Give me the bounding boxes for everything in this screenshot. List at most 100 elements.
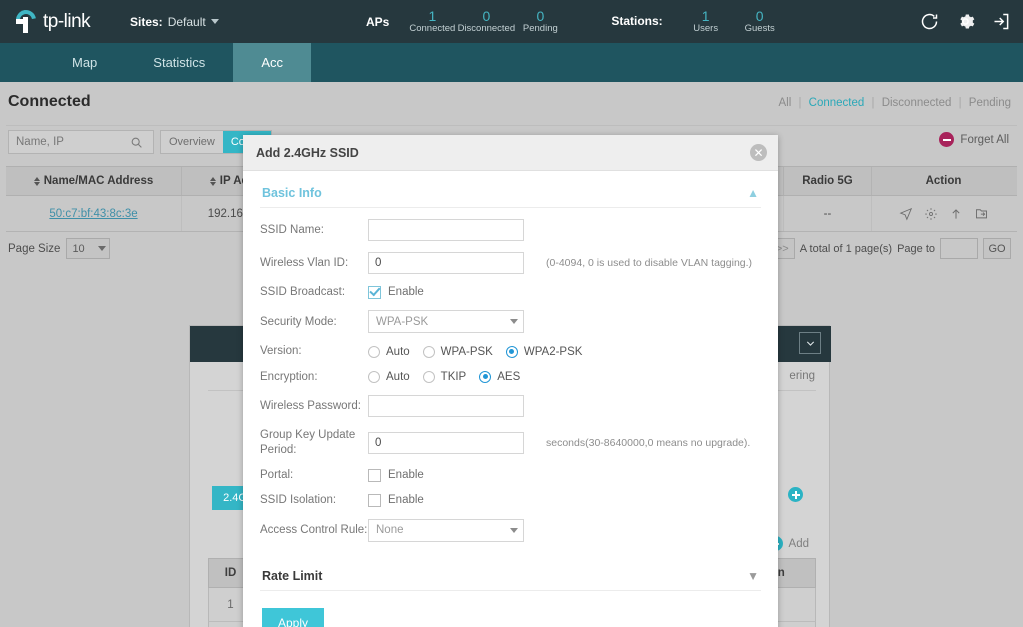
station-guests-label: Guests (744, 23, 775, 35)
filter-pending[interactable]: Pending (969, 97, 1011, 109)
security-mode-label: Security Mode: (260, 315, 337, 328)
cell-actions (872, 196, 1015, 231)
chevron-down-icon (98, 246, 107, 251)
ap-mac-link[interactable]: 50:c7:bf:43:8c:3e (49, 208, 137, 220)
ssid-broadcast-enable-label: Enable (388, 286, 424, 299)
add-ssid-modal: Add 2.4GHz SSID ✕ Basic Info ▲ SSID Name… (243, 135, 778, 627)
stations-label: Stations: (611, 14, 663, 29)
ap-disconnected-label: Disconnected (457, 23, 516, 35)
ap-disconnected-count: 0 (482, 7, 491, 24)
page-size-select[interactable]: 10 (66, 238, 111, 259)
apply-button[interactable]: Apply (262, 607, 324, 627)
page-content: Connected All | Connected | Disconnected… (0, 82, 1023, 627)
chevron-down-icon (210, 19, 219, 24)
ssid-isolation-enable-label: Enable (388, 494, 424, 507)
page-size-value: 10 (72, 242, 85, 255)
page-size-label: Page Size (8, 242, 61, 255)
filter-disconnected[interactable]: Disconnected (882, 97, 952, 109)
panel-add-label: Add (788, 537, 809, 550)
encryption-option-auto[interactable]: Auto (368, 370, 410, 383)
tab-access-point[interactable]: Acc (233, 43, 311, 82)
site-selector[interactable]: Sites: Default (130, 15, 219, 29)
upgrade-icon[interactable] (949, 207, 963, 221)
view-mode-overview[interactable]: Overview (161, 131, 223, 153)
field-wireless-password: Wireless Password: (260, 395, 761, 418)
field-portal: Portal: Enable (260, 468, 761, 482)
col-action: Action (872, 167, 1015, 195)
locate-icon[interactable] (899, 207, 913, 221)
field-ssid-name: SSID Name: (260, 219, 761, 241)
minus-circle-icon (939, 132, 955, 147)
ssid-broadcast-checkbox[interactable]: Enable (368, 285, 424, 299)
chevron-up-icon[interactable]: ▲ (747, 187, 759, 199)
vlan-id-hint: (0-4094, 0 is used to disable VLAN taggi… (546, 257, 753, 269)
security-mode-select[interactable]: WPA-PSK (368, 310, 524, 334)
search-box[interactable] (8, 130, 154, 154)
field-group-key: Group Key Update Period: seconds(30-8640… (260, 428, 761, 457)
station-stat-users[interactable]: 1 Users (679, 8, 733, 35)
app-root: tp-link Sites: Default APs 1 Connected 0… (0, 0, 1023, 627)
rate-limit-section-header: Rate Limit ▼ (260, 554, 761, 591)
version-auto-label: Auto (386, 345, 410, 358)
ap-stat-connected[interactable]: 1 Connected (405, 8, 459, 35)
encryption-auto-label: Auto (386, 370, 410, 383)
filter-all[interactable]: All (778, 97, 791, 109)
access-control-rule-label: Access Control Rule: (260, 523, 368, 536)
access-control-rule-select[interactable]: None (368, 518, 524, 542)
radio-selected-icon (479, 370, 492, 383)
search-input[interactable] (9, 132, 125, 152)
radio-icon (422, 370, 435, 383)
station-stat-guests[interactable]: 0 Guests (733, 8, 787, 35)
version-wpa-psk-label: WPA-PSK (440, 345, 493, 358)
checkbox-icon (368, 493, 381, 507)
tplink-logo[interactable]: tp-link (12, 5, 110, 35)
add-circle-icon[interactable] (788, 487, 803, 502)
filter-connected[interactable]: Connected (809, 97, 865, 109)
wireless-password-input[interactable] (368, 395, 524, 418)
ap-stat-disconnected[interactable]: 0 Disconnected (457, 7, 516, 35)
group-key-input[interactable] (368, 431, 524, 454)
col-name-mac[interactable]: Name/MAC Address (6, 167, 182, 195)
chevron-down-icon[interactable]: ▼ (747, 570, 759, 582)
tab-map[interactable]: Map (44, 43, 125, 82)
group-key-hint: seconds(30-8640000,0 means no upgrade). (546, 436, 751, 449)
sparkle-icon[interactable] (924, 207, 938, 221)
col-radio-5g[interactable]: Radio 5G (784, 167, 872, 195)
panel-collapse-button[interactable] (799, 332, 821, 354)
logout-icon[interactable] (985, 6, 1017, 38)
encryption-tkip-label: TKIP (440, 370, 467, 383)
encryption-label: Encryption: (260, 370, 318, 383)
page-to-input[interactable] (940, 238, 978, 259)
portal-checkbox[interactable]: Enable (368, 468, 424, 482)
encryption-option-tkip[interactable]: TKIP (422, 370, 467, 383)
ap-pending-count: 0 (536, 7, 545, 24)
gear-icon[interactable] (949, 6, 981, 38)
ssid-isolation-checkbox[interactable]: Enable (368, 493, 424, 507)
ap-stat-pending[interactable]: 0 Pending (513, 8, 567, 35)
rate-limit-label: Rate Limit (262, 568, 323, 583)
page-go-button[interactable]: GO (983, 238, 1011, 259)
ap-connected-count: 1 (428, 7, 437, 24)
station-guests-count: 0 (755, 7, 764, 24)
version-option-wpa-psk[interactable]: WPA-PSK (422, 345, 493, 358)
page-to-label: Page to (897, 242, 935, 255)
radio-icon (422, 345, 435, 358)
encryption-option-aes[interactable]: AES (479, 370, 520, 383)
close-icon[interactable]: ✕ (750, 144, 767, 161)
ssid-broadcast-label: SSID Broadcast: (260, 286, 346, 298)
refresh-icon[interactable] (913, 6, 945, 38)
section-header: Connected All | Connected | Disconnected… (0, 89, 1023, 126)
move-icon[interactable] (974, 206, 989, 221)
page-title: Connected (8, 93, 91, 110)
tab-statistics[interactable]: Statistics (125, 43, 233, 82)
checkbox-icon (368, 468, 381, 482)
chevron-down-icon (510, 527, 518, 533)
ssid-name-input[interactable] (368, 219, 524, 241)
station-users-count: 1 (701, 7, 710, 24)
access-control-rule-value: None (376, 524, 404, 537)
version-option-auto[interactable]: Auto (368, 345, 410, 358)
forget-all-button[interactable]: Forget All (939, 132, 1009, 147)
version-option-wpa2-psk[interactable]: WPA2-PSK (505, 345, 582, 358)
wireless-password-label: Wireless Password: (260, 399, 361, 412)
vlan-id-input[interactable] (368, 252, 524, 274)
